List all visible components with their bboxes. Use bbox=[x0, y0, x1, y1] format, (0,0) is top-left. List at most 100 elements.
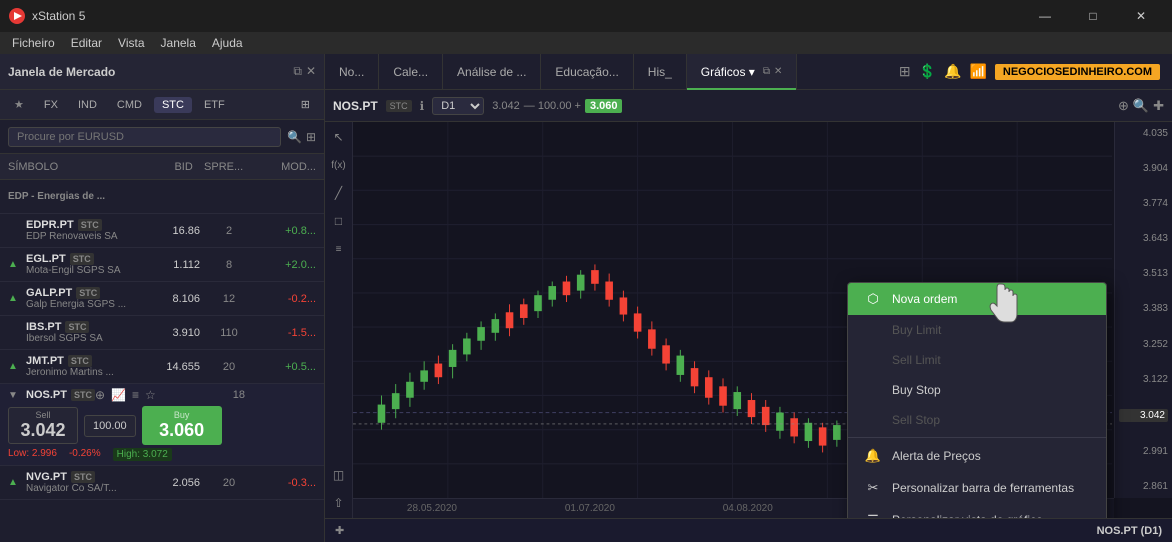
graficos-close-icon[interactable]: ✕ bbox=[774, 66, 782, 77]
timeframe-select[interactable]: D1H4H1M15 bbox=[432, 97, 484, 115]
footer-add-icon[interactable]: ✚ bbox=[335, 524, 344, 537]
search-icon[interactable]: 🔍 bbox=[287, 130, 302, 144]
ctx-buy-limit: Buy Limit bbox=[848, 315, 1106, 345]
chart-zoom-in-icon[interactable]: 🔍 bbox=[1133, 98, 1149, 114]
tab-his[interactable]: His_ bbox=[634, 54, 687, 90]
instrument-spread: 18 bbox=[162, 389, 316, 401]
wifi-icon[interactable]: 📶 bbox=[969, 63, 986, 80]
monitor-icon[interactable]: ⊞ bbox=[899, 63, 911, 80]
bell-icon[interactable]: 🔔 bbox=[944, 63, 961, 80]
y-label: 3.513 bbox=[1119, 268, 1168, 279]
fib-tool[interactable]: ≡ bbox=[328, 238, 350, 260]
tab-stc[interactable]: STC bbox=[154, 97, 192, 113]
list-item[interactable]: EDPR.PT STC EDP Renovaveis SA 16.86 2 +0… bbox=[0, 214, 324, 248]
app-title: xStation 5 bbox=[32, 9, 1022, 23]
buy-box[interactable]: Buy 3.060 bbox=[142, 406, 222, 445]
buy-label: Buy bbox=[152, 410, 212, 420]
search-icons: 🔍 ⊞ bbox=[287, 130, 316, 144]
instrument-mod: +0.5... bbox=[258, 361, 316, 373]
chart-price-info: 3.042 — 100.00 + 3.060 bbox=[492, 99, 622, 113]
grid-icon[interactable]: ⊞ bbox=[306, 130, 316, 144]
nos-add-icon[interactable]: ⊕ bbox=[95, 388, 105, 402]
tab-graficos[interactable]: Gráficos ▾ ⧉ ✕ bbox=[687, 54, 798, 90]
footer-symbol: NOS.PT (D1) bbox=[1097, 525, 1162, 537]
y-label: 3.904 bbox=[1119, 163, 1168, 174]
minimize-button[interactable]: — bbox=[1022, 0, 1068, 32]
menu-file[interactable]: Ficheiro bbox=[4, 32, 63, 54]
dollar-icon[interactable]: 💲 bbox=[919, 63, 936, 80]
context-menu: ⬡ Nova ordem Buy Limit Sell Limit Buy St… bbox=[847, 282, 1107, 518]
x-label: 01.07.2020 bbox=[565, 503, 615, 514]
ctx-alerta-precos[interactable]: 🔔 Alerta de Preços bbox=[848, 440, 1106, 472]
ctx-nova-ordem[interactable]: ⬡ Nova ordem bbox=[848, 283, 1106, 315]
list-item[interactable]: ▼ NOS.PT STC ⊕ 📈 ≡ ☆ 18 Sell 3.042 bbox=[0, 384, 324, 466]
chart-crosshair-icon[interactable]: ⊕ bbox=[1118, 98, 1129, 114]
quantity-input[interactable]: 100.00 bbox=[84, 415, 136, 437]
nos-chart-icon[interactable]: 📈 bbox=[111, 388, 126, 402]
tab-star[interactable]: ★ bbox=[6, 96, 32, 113]
tab-ind[interactable]: IND bbox=[70, 97, 105, 113]
sell-box[interactable]: Sell 3.042 bbox=[8, 407, 78, 444]
layer-tool[interactable]: ◫ bbox=[328, 464, 350, 486]
right-panel: No... Cale... Análise de ... Educação...… bbox=[325, 54, 1172, 542]
list-item[interactable]: EDP - Energias de ... bbox=[0, 180, 324, 214]
list-item[interactable]: ▲ JMT.PT STC Jeronimo Martins ... 14.655… bbox=[0, 350, 324, 384]
menu-edit[interactable]: Editar bbox=[63, 32, 110, 54]
low-value: Low: 2.996 bbox=[8, 448, 57, 461]
tab-educacao[interactable]: Educação... bbox=[541, 54, 633, 90]
ctx-buy-stop[interactable]: Buy Stop bbox=[848, 375, 1106, 405]
ctx-personalizar-vista[interactable]: ☰ Personalizar vista do gráfico bbox=[848, 504, 1106, 518]
instrument-subname: Mota-Engil SGPS SA bbox=[26, 265, 142, 276]
list-item[interactable]: ▲ EGL.PT STC Mota-Engil SGPS SA 1.112 8 … bbox=[0, 248, 324, 282]
graficos-window-icon[interactable]: ⧉ bbox=[763, 66, 770, 77]
x-label: 04.08.2020 bbox=[723, 503, 773, 514]
tab-analise[interactable]: Análise de ... bbox=[443, 54, 541, 90]
close-button[interactable]: ✕ bbox=[1118, 0, 1164, 32]
menu-help[interactable]: Ajuda bbox=[204, 32, 251, 54]
sell-label: Sell bbox=[17, 410, 69, 420]
tab-portfolio[interactable]: ⊞ bbox=[293, 96, 318, 113]
rect-tool[interactable]: □ bbox=[328, 210, 350, 232]
col-bid-header: BID bbox=[131, 161, 193, 173]
nos-order-icon[interactable]: ≡ bbox=[132, 388, 139, 402]
top-nav: No... Cale... Análise de ... Educação...… bbox=[325, 54, 1172, 90]
chart-info-icon[interactable]: ℹ bbox=[420, 99, 425, 113]
cursor-tool[interactable]: ↖ bbox=[328, 126, 350, 148]
nos-star-icon[interactable]: ☆ bbox=[145, 388, 156, 402]
col-mod-header: MOD... bbox=[254, 161, 316, 173]
menu-view[interactable]: Vista bbox=[110, 32, 152, 54]
maximize-button[interactable]: □ bbox=[1070, 0, 1116, 32]
instrument-subname: Jeronimo Martins ... bbox=[26, 367, 142, 378]
instrument-mod: -0.3... bbox=[258, 477, 316, 489]
x-label: 28.05.2020 bbox=[407, 503, 457, 514]
personalizar-vista-icon: ☰ bbox=[864, 512, 882, 518]
close-market-icon[interactable]: ✕ bbox=[306, 64, 316, 79]
instrument-mod: +2.0... bbox=[258, 259, 316, 271]
tab-fx[interactable]: FX bbox=[36, 97, 66, 113]
instrument-bid: 14.655 bbox=[142, 361, 200, 373]
instrument-spread: 2 bbox=[200, 225, 258, 237]
chart-price-ref: 3.042 bbox=[492, 100, 520, 112]
app-icon bbox=[8, 7, 26, 25]
share-tool[interactable]: ⇧ bbox=[328, 492, 350, 514]
tab-cale[interactable]: Cale... bbox=[379, 54, 443, 90]
menu-window[interactable]: Janela bbox=[153, 32, 204, 54]
instrument-bid: 2.056 bbox=[142, 477, 200, 489]
fx-tool[interactable]: f(x) bbox=[328, 154, 350, 176]
line-tool[interactable]: ╱ bbox=[328, 182, 350, 204]
tab-cmd[interactable]: CMD bbox=[109, 97, 150, 113]
tab-no[interactable]: No... bbox=[325, 54, 379, 90]
list-item[interactable]: ▲ NVG.PT STC Navigator Co SA/T... 2.056 … bbox=[0, 466, 324, 500]
tab-etf[interactable]: ETF bbox=[196, 97, 233, 113]
table-header: SÍMBOLO BID SPRE... MOD... bbox=[0, 154, 324, 180]
chart-add-icon[interactable]: ✚ bbox=[1153, 98, 1164, 114]
y-label: 2.861 bbox=[1119, 481, 1168, 492]
search-input[interactable] bbox=[8, 127, 281, 147]
y-label: 3.383 bbox=[1119, 303, 1168, 314]
expand-icon[interactable]: ⧉ bbox=[293, 64, 302, 79]
list-item[interactable]: ▲ GALP.PT STC Galp Energia SGPS ... 8.10… bbox=[0, 282, 324, 316]
list-item[interactable]: IBS.PT STC Ibersol SGPS SA 3.910 110 -1.… bbox=[0, 316, 324, 350]
ctx-alerta-label: Alerta de Preços bbox=[892, 449, 981, 463]
ctx-personalizar-barra[interactable]: ✂ Personalizar barra de ferramentas bbox=[848, 472, 1106, 504]
arrow-up-icon: ▲ bbox=[8, 259, 22, 270]
